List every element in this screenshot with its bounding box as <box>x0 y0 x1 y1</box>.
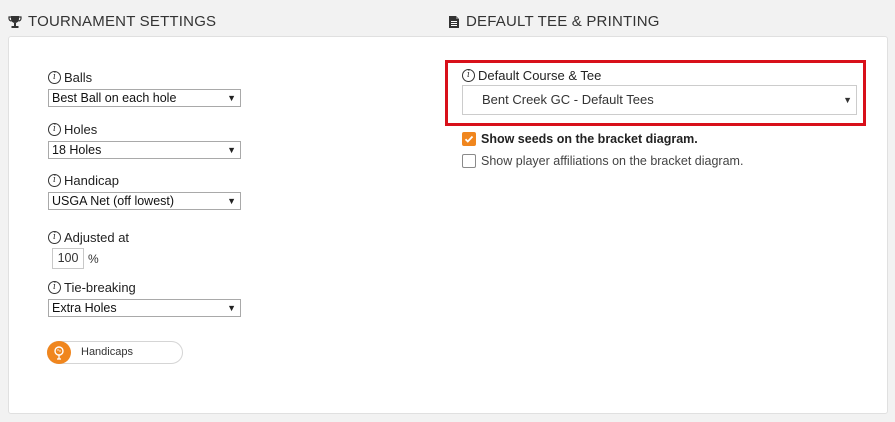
show-affiliations-checkbox[interactable] <box>462 154 476 168</box>
info-icon[interactable]: i <box>48 231 61 244</box>
info-icon[interactable]: i <box>48 71 61 84</box>
adjusted-label-text: Adjusted at <box>64 230 130 245</box>
handicap-label: i Handicap <box>48 173 119 188</box>
balls-label-text: Balls <box>64 70 93 85</box>
holes-select[interactable]: 18 Holes ▼ <box>48 141 241 159</box>
show-seeds-row: Show seeds on the bracket diagram. <box>462 132 698 146</box>
holes-label-text: Holes <box>64 122 98 137</box>
holes-label: i Holes <box>48 122 97 137</box>
handicap-select[interactable]: USGA Net (off lowest) ▼ <box>48 192 241 210</box>
show-affiliations-row: Show player affiliations on the bracket … <box>462 154 743 168</box>
chevron-down-icon: ▼ <box>227 145 236 155</box>
default-tee-printing-heading: DEFAULT TEE & PRINTING <box>448 13 660 30</box>
course-tee-select[interactable]: Bent Creek GC - Default Tees ▼ <box>462 85 857 115</box>
tiebreak-select-value: Extra Holes <box>52 301 117 315</box>
chevron-down-icon: ▼ <box>227 303 236 313</box>
show-affiliations-label: Show player affiliations on the bracket … <box>481 154 744 168</box>
holes-select-value: 18 Holes <box>52 143 102 157</box>
course-tee-select-value: Bent Creek GC - Default Tees <box>482 92 654 107</box>
tournament-settings-heading: TOURNAMENT SETTINGS <box>8 13 216 30</box>
document-icon <box>448 15 460 29</box>
adjusted-percent-input[interactable]: 100 <box>52 248 84 269</box>
balls-select[interactable]: Best Ball on each hole ▼ <box>48 89 241 107</box>
info-icon[interactable]: i <box>48 123 61 136</box>
trophy-icon <box>8 15 22 29</box>
tiebreak-select[interactable]: Extra Holes ▼ <box>48 299 241 317</box>
info-icon[interactable]: i <box>48 174 61 187</box>
golf-ball-icon <box>47 341 71 364</box>
section-title-text: TOURNAMENT SETTINGS <box>28 13 217 30</box>
percent-sign: % <box>88 252 99 266</box>
info-icon[interactable]: i <box>48 281 61 294</box>
handicap-select-value: USGA Net (off lowest) <box>52 194 175 208</box>
info-icon[interactable]: i <box>462 69 475 82</box>
handicaps-toggle-label: Handicaps <box>81 346 133 358</box>
tiebreak-label: i Tie-breaking <box>48 280 136 295</box>
show-seeds-label: Show seeds on the bracket diagram. <box>481 132 698 146</box>
adjusted-label: i Adjusted at <box>48 230 129 245</box>
balls-label: i Balls <box>48 70 92 85</box>
chevron-down-icon: ▼ <box>227 196 236 206</box>
section-title-text: DEFAULT TEE & PRINTING <box>466 13 660 30</box>
handicap-label-text: Handicap <box>64 173 119 188</box>
handicaps-toggle[interactable]: Handicaps <box>47 341 183 364</box>
balls-select-value: Best Ball on each hole <box>52 91 177 105</box>
chevron-down-icon: ▼ <box>843 95 852 105</box>
show-seeds-checkbox[interactable] <box>462 132 476 146</box>
check-icon <box>464 135 474 143</box>
tiebreak-label-text: Tie-breaking <box>64 280 136 295</box>
course-tee-label-text: Default Course & Tee <box>478 68 602 83</box>
chevron-down-icon: ▼ <box>227 93 236 103</box>
course-tee-label: i Default Course & Tee <box>462 68 601 83</box>
